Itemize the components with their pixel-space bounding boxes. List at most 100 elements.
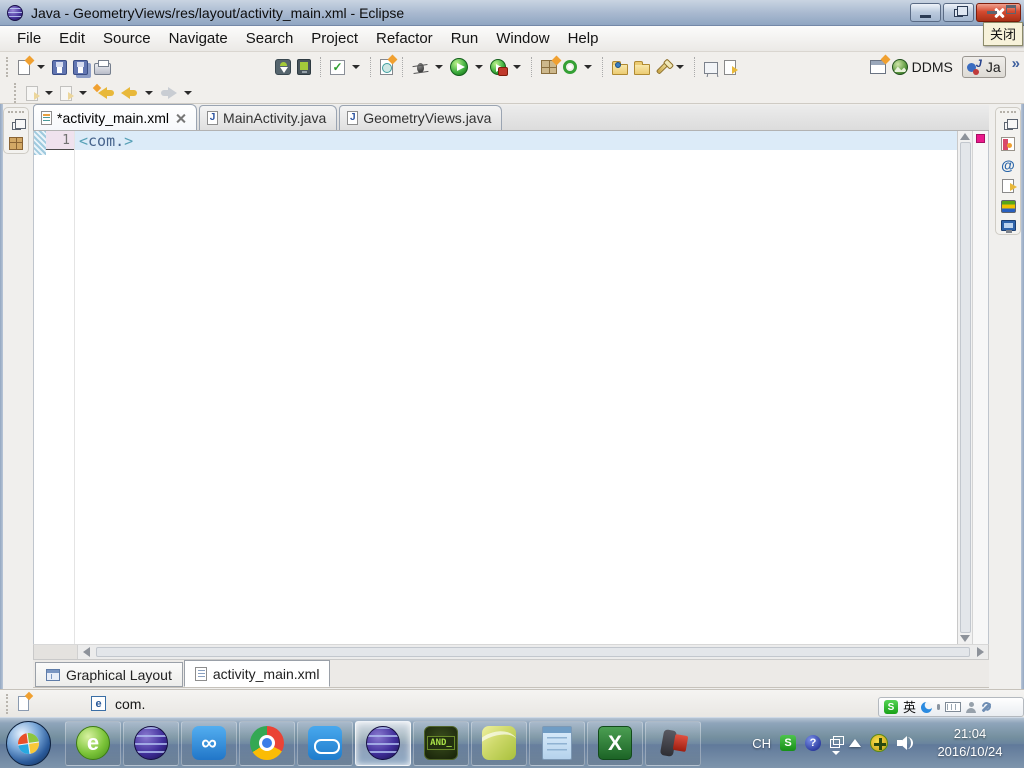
debug-dropdown[interactable] [435,65,443,69]
taskbar-baidu-netdisk[interactable]: ∞ [181,720,237,766]
menu-file[interactable]: File [8,27,50,50]
logcat-view-icon[interactable] [1000,200,1016,213]
toolbar-drag-handle[interactable] [14,83,19,103]
sogou-logo-icon[interactable]: S [884,700,898,714]
debug-button[interactable] [412,59,428,75]
scroll-left-button[interactable] [78,645,94,659]
junit-dropdown[interactable] [352,65,360,69]
new-class-dropdown[interactable] [584,65,592,69]
fast-view-icon[interactable] [18,696,29,711]
volume-icon[interactable] [897,735,915,751]
taskbar-chrome[interactable] [239,720,295,766]
new-wizard-dropdown[interactable] [37,65,45,69]
sogou-punctuation-icon[interactable] [937,704,941,710]
run-external-dropdown[interactable] [513,65,521,69]
external-tool-b-button[interactable] [724,59,738,75]
vertical-scrollbar[interactable] [957,131,972,644]
run-button[interactable] [450,58,468,76]
new-wizard-button[interactable] [18,55,35,75]
maximize-editor-icon[interactable] [1006,5,1016,14]
save-button[interactable] [52,59,67,75]
tray-window-icon[interactable] [830,735,844,755]
taskbar-clock[interactable]: 21:04 2016/10/24 [924,725,1016,761]
resource-view-icon[interactable] [1001,137,1015,151]
menu-project[interactable]: Project [302,27,367,50]
tray-sogou-icon[interactable]: S [780,735,796,751]
menu-navigate[interactable]: Navigate [160,27,237,50]
package-explorer-icon[interactable] [9,137,23,150]
taskbar-yellow-app[interactable] [471,720,527,766]
taskbar-camcorder[interactable] [645,720,701,766]
console-view-icon[interactable] [1000,220,1016,233]
taskbar-cloud-app[interactable] [297,720,353,766]
tray-360-safety-icon[interactable] [870,734,888,752]
taskbar-excel[interactable]: X [587,720,643,766]
search-dropdown[interactable] [676,65,684,69]
horizontal-scrollbar[interactable] [33,644,989,660]
open-type-button[interactable] [612,60,628,75]
junit-run-button[interactable]: ✓ [330,59,345,75]
show-hidden-icons-button[interactable] [849,739,861,747]
scroll-down-icon[interactable] [960,635,970,642]
vertical-scroll-thumb[interactable] [959,142,971,633]
sogou-account-icon[interactable] [966,701,977,713]
minimize-editor-icon[interactable] [987,5,997,14]
menu-run[interactable]: Run [442,27,488,50]
back-dropdown[interactable] [145,91,153,95]
open-resource-button[interactable] [634,60,650,75]
next-annotation-dropdown[interactable] [45,91,53,95]
tray-help-icon[interactable]: ? [805,735,821,751]
new-android-xml-button[interactable] [380,59,393,75]
javadoc-view-icon[interactable]: @ [1001,158,1015,172]
perspective-overflow-chevron[interactable]: » [1012,55,1020,72]
taskbar-browser-360[interactable]: e [65,720,121,766]
declaration-view-icon[interactable] [1002,179,1017,193]
external-tool-a-button[interactable] [704,60,718,74]
search-button[interactable] [655,59,670,75]
close-tab-icon[interactable] [176,113,186,123]
android-sdk-manager-button[interactable] [275,59,291,75]
menu-refactor[interactable]: Refactor [367,27,442,50]
previous-annotation-dropdown[interactable] [79,91,87,95]
viewbar-handle[interactable] [1000,111,1016,115]
toolbar-drag-handle[interactable] [6,57,11,77]
previous-annotation-button[interactable] [60,85,74,101]
run-dropdown[interactable] [475,65,483,69]
restore-views-icon[interactable] [11,119,26,130]
tab-geometryviews-java[interactable]: J GeometryViews.java [339,105,503,130]
back-button[interactable] [121,87,138,99]
code-area[interactable]: < com. > [74,131,957,644]
new-java-project-button[interactable] [541,60,557,74]
sogou-language-mode[interactable]: 英 [903,701,916,714]
editor-area[interactable]: 1 < com. > [33,131,989,644]
next-annotation-button[interactable] [26,85,40,101]
tab-xml-source[interactable]: activity_main.xml [183,660,331,687]
horizontal-scroll-thumb[interactable] [96,647,970,657]
scroll-right-button[interactable] [972,645,988,659]
perspective-java-button[interactable]: J Ja [961,56,1006,78]
restore-button[interactable] [943,3,974,22]
perspective-ddms-button[interactable]: DDMS [891,59,953,75]
open-perspective-button[interactable] [869,60,886,74]
viewbar-handle[interactable] [8,111,24,115]
menu-edit[interactable]: Edit [50,27,94,50]
run-external-button[interactable] [490,59,508,76]
taskbar-android-tool[interactable]: AND_ [413,720,469,766]
tab-activity-main-xml[interactable]: *activity_main.xml [33,104,198,130]
taskbar-eclipse-active[interactable] [355,720,411,766]
minimize-button[interactable] [910,3,941,22]
taskbar-notepad[interactable] [529,720,585,766]
forward-button[interactable] [160,87,177,99]
start-button[interactable] [6,720,51,766]
avd-manager-button[interactable] [297,59,311,75]
forward-dropdown[interactable] [184,91,192,95]
sogou-settings-icon[interactable] [981,702,992,713]
sogou-keyboard-icon[interactable] [945,702,962,712]
scroll-up-icon[interactable] [960,133,970,140]
tab-mainactivity-java[interactable]: J MainActivity.java [199,105,338,130]
error-marker[interactable] [976,134,985,143]
print-button[interactable] [94,59,111,75]
taskbar-eclipse[interactable] [123,720,179,766]
tab-graphical-layout[interactable]: Graphical Layout [35,662,183,687]
last-edit-location-button[interactable] [92,83,115,99]
